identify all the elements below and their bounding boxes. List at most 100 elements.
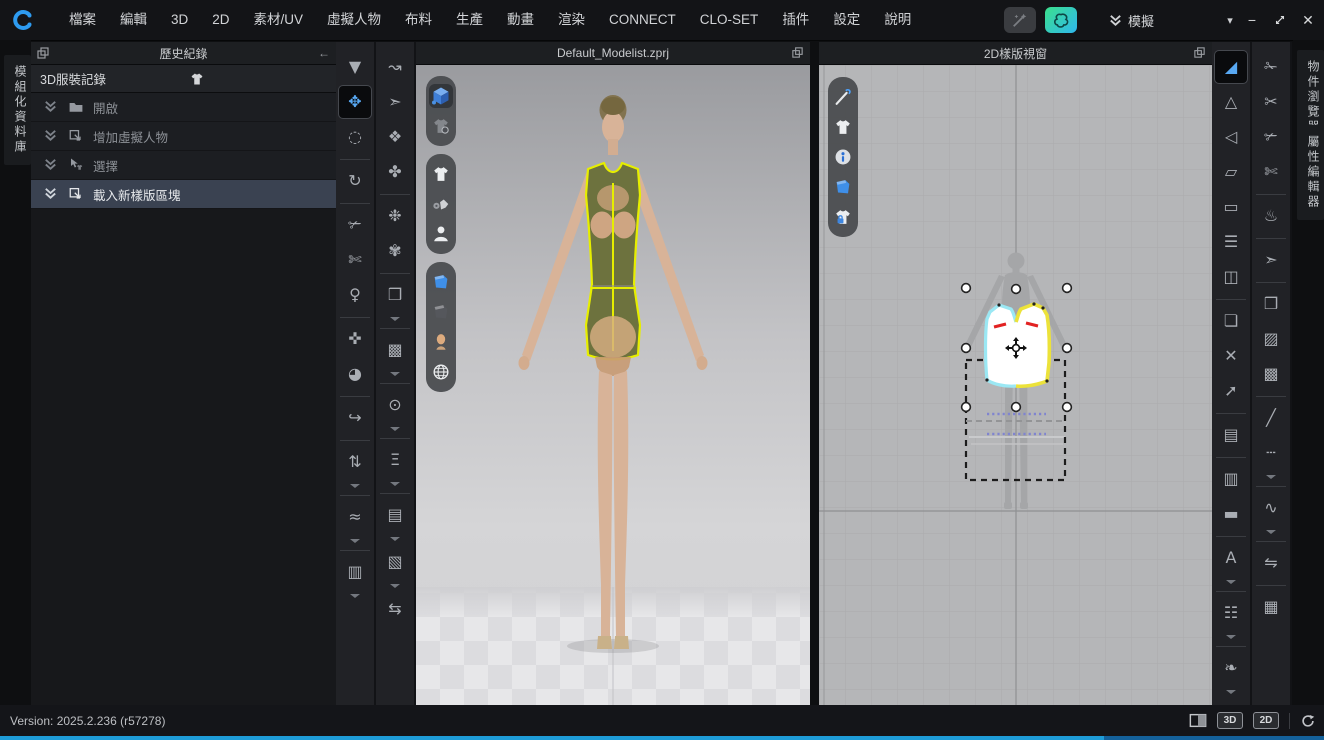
history-item-add-avatar[interactable]: 增加虛擬人物 bbox=[31, 122, 336, 151]
expand-chevron-icon[interactable] bbox=[43, 128, 59, 144]
show-pattern-3d-icon[interactable] bbox=[429, 270, 453, 294]
tool3d-style-garment[interactable]: ❖ bbox=[379, 121, 411, 153]
tool3d-fold-arrangement[interactable]: ↪ bbox=[339, 402, 371, 434]
menu-item[interactable]: 編輯 bbox=[108, 0, 159, 40]
undock-2d-icon[interactable] bbox=[1193, 46, 1207, 60]
tool2d-transform-pattern[interactable]: ◢ bbox=[1215, 51, 1247, 83]
2d-canvas[interactable] bbox=[819, 65, 1212, 706]
tool2d-quilting[interactable]: ▦ bbox=[1255, 591, 1287, 623]
maximize-button[interactable] bbox=[1268, 0, 1292, 40]
expand-chevron-icon[interactable] bbox=[43, 157, 59, 173]
tool2d-ruler[interactable]: ▬ bbox=[1215, 498, 1247, 530]
show-seams-icon[interactable] bbox=[429, 192, 453, 216]
tool2d-texture[interactable]: ▩ bbox=[1255, 358, 1287, 390]
tool2d-pleats[interactable]: ☷ bbox=[1215, 597, 1247, 629]
tool3d-sew-free[interactable]: ✄ bbox=[339, 244, 371, 276]
tool2d-clone-pattern[interactable]: ❏ bbox=[1215, 305, 1247, 337]
tool3d-texture-garment[interactable]: ▩ bbox=[379, 334, 411, 366]
expand-chevron-icon[interactable] bbox=[43, 186, 59, 202]
menu-item[interactable]: 生產 bbox=[444, 0, 495, 40]
tab-property-editor[interactable]: 屬性編輯器 bbox=[1297, 125, 1324, 220]
menu-item[interactable]: CLO-SET bbox=[688, 0, 771, 40]
minimize-button[interactable]: − bbox=[1240, 0, 1264, 40]
history-item-load-new-pattern-block[interactable]: 載入新樣版區塊 bbox=[31, 180, 336, 209]
tool3d-select-garment[interactable]: ➣ bbox=[379, 86, 411, 118]
tool3d-trim-clamp[interactable]: ⇆ bbox=[379, 593, 411, 625]
tool2d-symmetry-pattern[interactable]: ⇋ bbox=[1255, 547, 1287, 579]
tool2d-seam-allowance[interactable]: ▥ bbox=[1215, 463, 1247, 495]
history-item-open[interactable]: 開啟 bbox=[31, 93, 336, 122]
tool2d-select-garment-2d[interactable]: ➣ bbox=[1255, 244, 1287, 276]
tool3d-flatten-garment[interactable]: ✾ bbox=[379, 235, 411, 267]
tab-modular-library[interactable]: 模組化資料庫 bbox=[4, 55, 31, 165]
tool2d-text-tool[interactable]: A bbox=[1215, 542, 1247, 574]
split-view-icon[interactable] bbox=[1189, 713, 1207, 728]
history-item-select[interactable]: 選擇 bbox=[31, 151, 336, 180]
tool2d-inspect-sewing[interactable]: ✄ bbox=[1255, 156, 1287, 188]
menu-item[interactable]: 插件 bbox=[770, 0, 821, 40]
tool3d-garment-measure[interactable]: ▥ bbox=[339, 556, 371, 588]
menu-item[interactable]: 2D bbox=[200, 0, 241, 40]
expand-chevron-icon[interactable] bbox=[43, 99, 59, 115]
lock-pattern-icon[interactable] bbox=[831, 205, 855, 229]
sync-view-icon[interactable] bbox=[1300, 713, 1316, 729]
tool2d-create-polygon[interactable]: ▱ bbox=[1215, 156, 1247, 188]
tool3d-zipper-tool[interactable]: Ξ bbox=[379, 444, 411, 476]
tool3d-avatar-motion[interactable]: ↝ bbox=[379, 51, 411, 83]
show-pattern-2d-icon[interactable] bbox=[831, 175, 855, 199]
show-avatar-icon[interactable] bbox=[429, 222, 453, 246]
tool3d-fitting-suit[interactable]: ♀ bbox=[339, 279, 371, 311]
tool3d-button-tool[interactable]: ⊙ bbox=[379, 389, 411, 421]
show-pattern-mesh-icon[interactable] bbox=[429, 300, 453, 324]
garment-record-icon[interactable] bbox=[189, 71, 329, 87]
tool3d-select-move[interactable]: ✥ bbox=[339, 86, 371, 118]
menu-item[interactable]: 說明 bbox=[872, 0, 923, 40]
tool2d-texture-edit[interactable]: ▨ bbox=[1255, 323, 1287, 355]
tool3d-tape-measure[interactable]: ≈ bbox=[339, 501, 371, 533]
tool2d-create-rectangle[interactable]: ▭ bbox=[1215, 191, 1247, 223]
menu-item[interactable]: 虛擬人物 bbox=[315, 0, 393, 40]
tool2d-lacing[interactable]: ☰ bbox=[1215, 226, 1247, 258]
menu-item[interactable]: 素材/UV bbox=[242, 0, 316, 40]
tool3d-pin[interactable]: ✜ bbox=[339, 323, 371, 355]
sewing-needle-icon[interactable] bbox=[831, 85, 855, 109]
simulate-button[interactable] bbox=[1045, 7, 1077, 33]
tool2d-unfold-pattern[interactable]: ✕ bbox=[1215, 340, 1247, 372]
view-2d-button[interactable]: 2D bbox=[1253, 712, 1279, 729]
tool2d-curve-sewing[interactable]: ✃ bbox=[1255, 121, 1287, 153]
view-cube-icon[interactable] bbox=[429, 84, 453, 108]
tool3d-pull-garment[interactable]: ✤ bbox=[379, 156, 411, 188]
tool3d-fabric-strip[interactable]: ▤ bbox=[379, 499, 411, 531]
tool2d-segment-sewing[interactable]: ✁ bbox=[1255, 51, 1287, 83]
tool3d-simulate[interactable]: ▼ bbox=[339, 51, 371, 83]
menu-item[interactable]: 渲染 bbox=[546, 0, 597, 40]
tool2d-drape-fabric-2d[interactable]: ❒ bbox=[1255, 288, 1287, 320]
show-garment-2d-icon[interactable] bbox=[831, 115, 855, 139]
collapse-panel-icon[interactable]: ← bbox=[317, 46, 331, 60]
tool3d-tack-on-avatar[interactable]: ◕ bbox=[339, 358, 371, 390]
tool2d-fold-pleats[interactable]: ❧ bbox=[1215, 652, 1247, 684]
titlebar-caret[interactable]: ▾ bbox=[1220, 14, 1240, 27]
tool3d-grading-measure[interactable]: ⇅ bbox=[339, 446, 371, 478]
tool3d-arrange-garment[interactable]: ↻ bbox=[339, 165, 371, 197]
menu-item[interactable]: 設定 bbox=[821, 0, 872, 40]
show-garment-icon[interactable] bbox=[429, 162, 453, 186]
show-avatar-head-icon[interactable] bbox=[429, 330, 453, 354]
tool2d-shirring[interactable]: ∿ bbox=[1255, 492, 1287, 524]
menu-item[interactable]: 動畫 bbox=[495, 0, 546, 40]
magic-wand-button[interactable] bbox=[1004, 7, 1036, 33]
tool2d-steam-iron[interactable]: ♨ bbox=[1255, 200, 1287, 232]
tool2d-basting[interactable]: ┄ bbox=[1255, 437, 1287, 469]
tool2d-free-sewing[interactable]: ✂ bbox=[1255, 86, 1287, 118]
tool3d-select-brush[interactable]: ◌ bbox=[339, 121, 371, 153]
tool3d-sew-segment[interactable]: ✃ bbox=[339, 209, 371, 241]
tool2d-edit-curvature[interactable]: ◁ bbox=[1215, 121, 1247, 153]
simulate-dropdown[interactable]: 模擬 bbox=[1108, 11, 1154, 30]
undock-3d-icon[interactable] bbox=[791, 46, 805, 60]
tool2d-edit-pattern[interactable]: △ bbox=[1215, 86, 1247, 118]
view-3d-button[interactable]: 3D bbox=[1217, 712, 1243, 729]
menu-item[interactable]: 檔案 bbox=[57, 0, 108, 40]
show-environment-icon[interactable] bbox=[429, 360, 453, 384]
tool2d-trace-pattern[interactable]: ◫ bbox=[1215, 261, 1247, 293]
tool3d-wrap-garment[interactable]: ❉ bbox=[379, 200, 411, 232]
